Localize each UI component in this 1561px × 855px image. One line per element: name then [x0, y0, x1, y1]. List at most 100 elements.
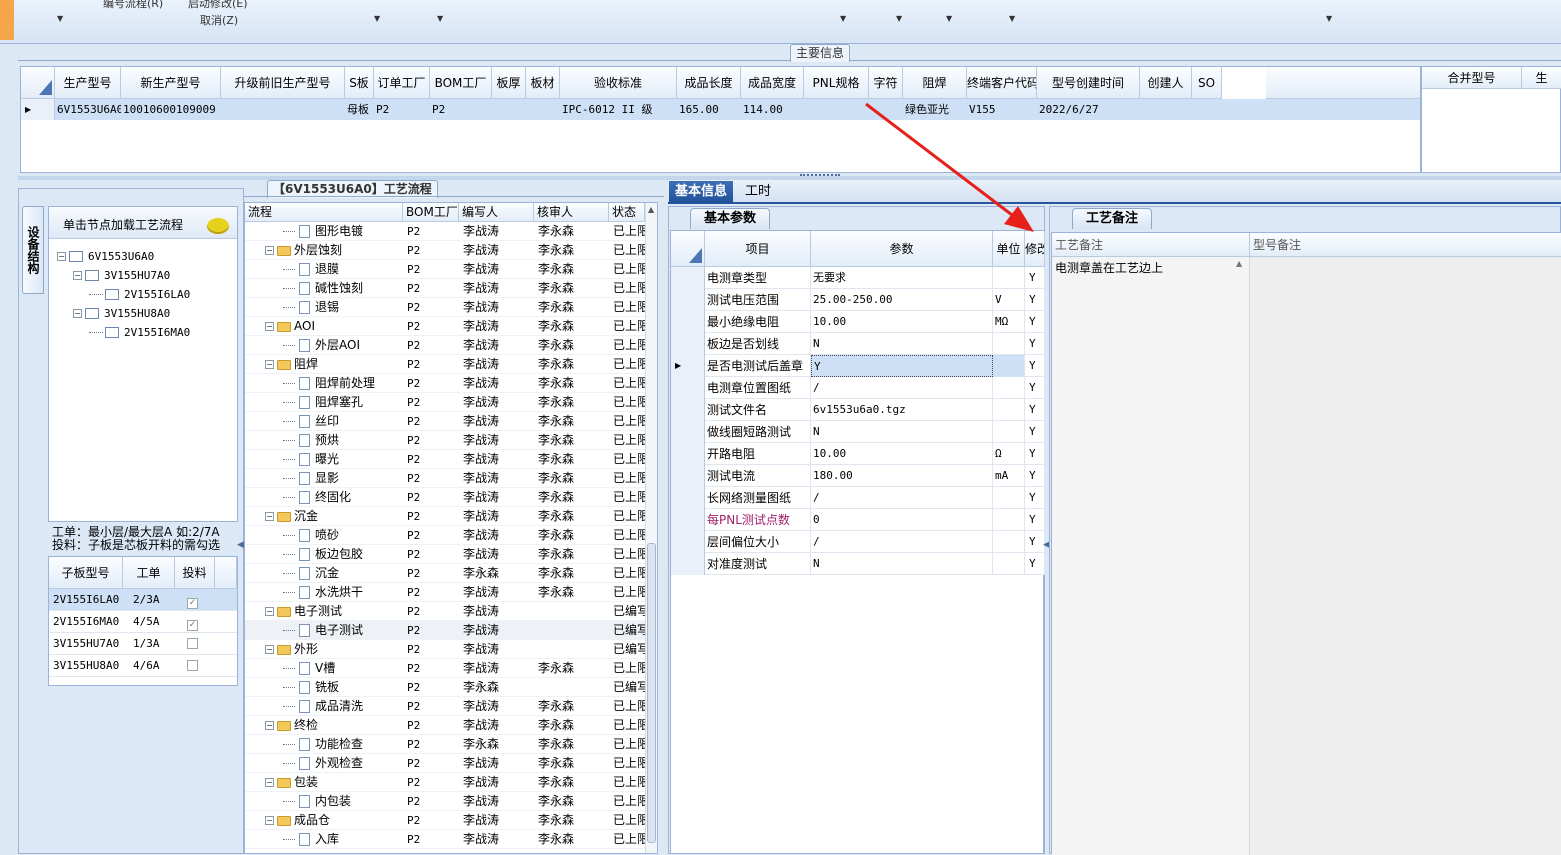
param-row[interactable]: 测试电流 180.00 mA Y — [671, 465, 1045, 487]
flow-row[interactable]: − 外形 P2 李战涛 已编写 — [245, 640, 645, 659]
flow-row[interactable]: 板边包胶 P2 李战涛 李永森 已上限 — [245, 545, 645, 564]
flow-row[interactable]: 阻焊前处理 P2 李战涛 李永森 已上限 — [245, 374, 645, 393]
dropdown-arrow-icon[interactable]: ▼ — [1326, 14, 1332, 23]
collapse-arrow-icon[interactable]: ◀ — [237, 540, 244, 550]
expand-icon[interactable]: − — [265, 645, 274, 654]
menu-edit-flow[interactable]: 编号流程(R) — [103, 0, 163, 11]
main-cell[interactable]: 2022/6/27 — [1039, 99, 1140, 120]
flow-row[interactable]: − 包装 P2 李战涛 李永森 已上限 — [245, 773, 645, 792]
dropdown-arrow-icon[interactable]: ▼ — [840, 14, 846, 23]
tree-node[interactable]: 2V155I6LA0 — [89, 285, 190, 304]
sub-row[interactable]: 2V155I6MA0 4/5A ✓ — [49, 611, 237, 633]
flow-row[interactable]: 沉金 P2 李永森 李永森 已上限 — [245, 564, 645, 583]
flow-col-header[interactable]: 状态 — [609, 203, 645, 222]
param-row[interactable]: 开路电阻 10.00 Ω Y — [671, 443, 1045, 465]
main-col-header[interactable]: 升级前旧生产型号 — [221, 67, 345, 99]
vertical-tab-structure[interactable]: 设备结构 — [22, 206, 44, 294]
main-col-header[interactable]: 生产型号 — [55, 67, 121, 99]
expand-icon[interactable]: − — [265, 360, 274, 369]
tree-node[interactable]: 2V155I6MA0 — [89, 323, 190, 342]
main-cell[interactable] — [1194, 99, 1222, 120]
main-col-header[interactable]: 成品宽度 — [741, 67, 804, 99]
expand-icon[interactable]: − — [73, 271, 82, 280]
flow-row[interactable]: − 外层蚀刻 P2 李战涛 李永森 已上限 — [245, 241, 645, 260]
main-cell[interactable] — [528, 99, 560, 120]
main-col-header[interactable]: 创建人 — [1140, 67, 1192, 99]
flow-row[interactable]: 退锡 P2 李战涛 李永森 已上限 — [245, 298, 645, 317]
main-cell[interactable]: 绿色亚光 — [905, 99, 967, 120]
main-col-header[interactable]: SO — [1192, 67, 1222, 99]
dropdown-arrow-icon[interactable]: ▼ — [946, 14, 952, 23]
flow-row[interactable]: 阻焊塞孔 P2 李战涛 李永森 已上限 — [245, 393, 645, 412]
tree-node[interactable]: − 3V155HU8A0 — [73, 304, 170, 323]
dropdown-arrow-icon[interactable]: ▼ — [57, 14, 63, 23]
flow-row[interactable]: 显影 P2 李战涛 李永森 已上限 — [245, 469, 645, 488]
param-value[interactable]: N — [811, 553, 993, 575]
tab-process-remarks[interactable]: 工艺备注 — [1072, 208, 1152, 229]
tab-work-hours[interactable]: 工时 — [737, 181, 779, 203]
param-row[interactable]: 板边是否划线 N Y — [671, 333, 1045, 355]
dropdown-arrow-icon[interactable]: ▼ — [1009, 14, 1015, 23]
param-value[interactable]: / — [811, 487, 993, 509]
menu-start-modify[interactable]: 启动修改(E) — [188, 0, 248, 11]
main-cell[interactable] — [871, 99, 903, 120]
flow-row[interactable]: 外层AOI P2 李战涛 李永森 已上限 — [245, 336, 645, 355]
expand-icon[interactable]: − — [265, 778, 274, 787]
param-row[interactable]: 对准度测试 N Y — [671, 553, 1045, 575]
param-row[interactable]: 电测章位置图纸 / Y — [671, 377, 1045, 399]
param-value[interactable]: Y — [811, 355, 993, 377]
main-info-row[interactable]: ▶ 6V1553U6A0 10010600109009 母板 P2 P2 IPC-6012… — [21, 99, 1420, 120]
feed-checkbox[interactable] — [187, 660, 198, 674]
flow-row[interactable]: 丝印 P2 李战涛 李永森 已上限 — [245, 412, 645, 431]
flow-row[interactable]: 喷砂 P2 李战涛 李永森 已上限 — [245, 526, 645, 545]
sub-col-header[interactable]: 工单 — [123, 557, 175, 589]
main-cell[interactable]: V155 — [969, 99, 1037, 120]
param-col-header[interactable]: 项目 — [705, 231, 811, 267]
flow-row[interactable]: − 沉金 P2 李战涛 李永森 已上限 — [245, 507, 645, 526]
tree-node[interactable]: − 3V155HU7A0 — [73, 266, 170, 285]
check-icon[interactable] — [187, 660, 198, 671]
expand-icon[interactable]: − — [57, 252, 66, 261]
flow-row[interactable]: 功能检查 P2 李永森 李永森 已上限 — [245, 735, 645, 754]
flow-row[interactable]: 曝光 P2 李战涛 李永森 已上限 — [245, 450, 645, 469]
main-cell[interactable] — [223, 99, 345, 120]
expand-icon[interactable]: − — [265, 721, 274, 730]
flow-row[interactable]: 铣板 P2 李永森 已编写 — [245, 678, 645, 697]
param-value[interactable]: / — [811, 377, 993, 399]
check-icon[interactable]: ✓ — [187, 598, 198, 609]
param-row[interactable]: 最小绝缘电阻 10.00 MΩ Y — [671, 311, 1045, 333]
param-value[interactable]: 10.00 — [811, 443, 993, 465]
sub-row[interactable]: 2V155I6LA0 2/3A ✓ — [49, 589, 237, 611]
expand-icon[interactable]: − — [265, 322, 274, 331]
feed-checkbox[interactable] — [187, 638, 198, 652]
dropdown-arrow-icon[interactable]: ▼ — [374, 14, 380, 23]
main-cell[interactable] — [1142, 99, 1192, 120]
main-col-header[interactable]: PNL规格 — [804, 67, 869, 99]
main-cell[interactable] — [806, 99, 869, 120]
main-cell[interactable]: IPC-6012 II 级 — [562, 99, 677, 120]
sub-row[interactable]: 3V155HU8A0 4/6A — [49, 655, 237, 677]
sub-col-header[interactable]: 子板型号 — [49, 557, 123, 589]
flow-row[interactable]: 入库 P2 李战涛 李永森 已上限 — [245, 830, 645, 849]
param-value[interactable]: 180.00 — [811, 465, 993, 487]
param-value[interactable]: 25.00-250.00 — [811, 289, 993, 311]
main-col-header[interactable]: 板厚 — [492, 67, 526, 99]
check-icon[interactable] — [187, 638, 198, 649]
flow-row[interactable]: 内包装 P2 李战涛 李永森 已上限 — [245, 792, 645, 811]
sub-row[interactable]: 3V155HU7A0 1/3A — [49, 633, 237, 655]
expand-icon[interactable]: − — [265, 607, 274, 616]
scroll-up-icon[interactable]: ▲ — [1236, 259, 1242, 268]
param-row[interactable]: 层间偏位大小 / Y — [671, 531, 1045, 553]
param-row[interactable]: 每PNL测试点数 0 Y — [671, 509, 1045, 531]
main-cell[interactable]: 165.00 — [679, 99, 741, 120]
param-row[interactable]: 电测章类型 无要求 Y — [671, 267, 1045, 289]
dropdown-arrow-icon[interactable]: ▼ — [437, 14, 443, 23]
flow-row[interactable]: − AOI P2 李战涛 李永森 已上限 — [245, 317, 645, 336]
flow-row[interactable]: − 阻焊 P2 李战涛 李永森 已上限 — [245, 355, 645, 374]
main-col-header[interactable]: 终端客户代码 — [967, 67, 1037, 99]
expand-icon[interactable]: − — [265, 512, 274, 521]
flow-col-header[interactable]: 编写人 — [459, 203, 534, 222]
flow-col-header[interactable]: 流程 — [245, 203, 403, 222]
main-col-header[interactable]: 新生产型号 — [121, 67, 221, 99]
param-col-header[interactable]: 修改 — [1025, 231, 1045, 267]
